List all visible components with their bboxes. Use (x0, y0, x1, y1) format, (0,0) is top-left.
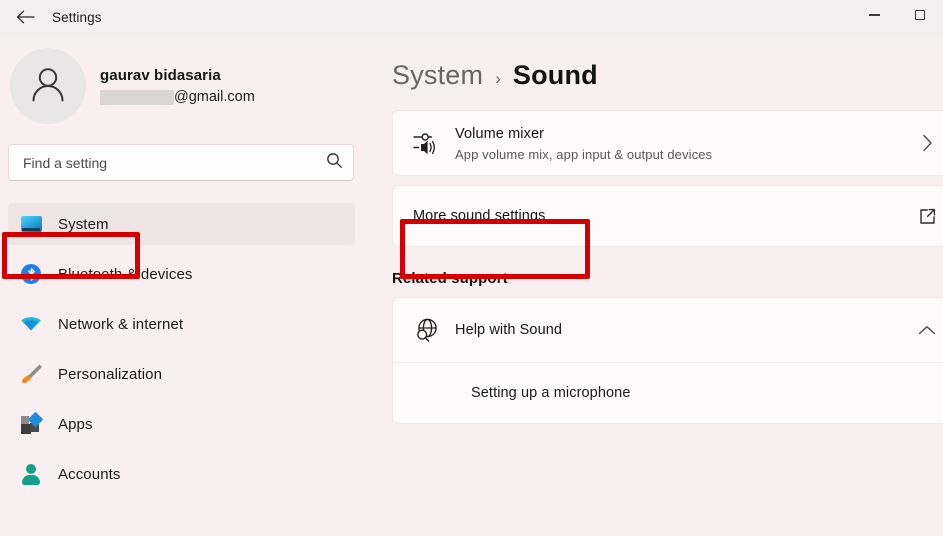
sidebar-item-label: Network & internet (58, 315, 184, 333)
volume-mixer-row[interactable]: Volume mixer App volume mix, app input &… (393, 111, 943, 175)
account-person-icon (20, 463, 42, 485)
breadcrumb: System › Sound (378, 34, 943, 91)
app-title: Settings (52, 9, 102, 25)
person-avatar-icon (27, 63, 69, 110)
search-icon[interactable] (326, 152, 343, 174)
more-sound-settings-text: More sound settings (413, 207, 914, 225)
search-container (0, 144, 378, 181)
volume-mixer-card: Volume mixer App volume mix, app input &… (392, 110, 943, 176)
volume-mixer-subtitle: App volume mix, app input & output devic… (455, 146, 713, 162)
help-with-sound-title: Help with Sound (455, 322, 563, 338)
search-box[interactable] (8, 144, 354, 181)
sidebar-item-personalization[interactable]: Personalization (8, 353, 355, 395)
help-with-sound-text: Help with Sound (455, 321, 914, 339)
sidebar-nav: System Bluetooth & devices Network & int… (0, 203, 378, 495)
more-sound-settings-card: More sound settings (392, 185, 943, 247)
main-content: System › Sound Volume mixer App volume m… (378, 34, 943, 536)
search-input[interactable] (23, 154, 326, 171)
chevron-up-icon[interactable] (914, 325, 940, 336)
maximize-icon (915, 10, 925, 20)
breadcrumb-separator: › (495, 69, 501, 88)
apps-icon (20, 411, 44, 435)
sidebar-item-label: Accounts (58, 465, 121, 483)
chevron-right-icon[interactable] (914, 134, 940, 152)
paintbrush-icon (20, 363, 42, 385)
external-link-icon[interactable] (914, 208, 940, 225)
account-header[interactable]: gaurav bidasaria @gmail.com (0, 46, 378, 126)
redacted-username (100, 89, 174, 105)
back-button[interactable] (4, 2, 46, 32)
help-with-sound-row[interactable]: Help with Sound (393, 298, 943, 362)
title-bar: Settings (0, 0, 943, 34)
monitor-icon (20, 213, 42, 235)
sidebar-item-bluetooth-devices[interactable]: Bluetooth & devices (8, 253, 355, 295)
sidebar-item-label: Personalization (58, 365, 163, 383)
page-title: Sound (512, 60, 598, 90)
support-link-label: Setting up a microphone (471, 385, 631, 401)
more-sound-settings-row[interactable]: More sound settings (393, 186, 943, 246)
globe-search-icon (413, 316, 447, 344)
bluetooth-icon (20, 263, 42, 285)
account-text: gaurav bidasaria @gmail.com (100, 67, 255, 105)
account-email: @gmail.com (100, 89, 255, 105)
volume-mixer-text: Volume mixer App volume mix, app input &… (455, 125, 914, 162)
sidebar-item-label: Bluetooth & devices (58, 265, 193, 283)
maximize-button[interactable] (897, 0, 943, 30)
breadcrumb-parent[interactable]: System (392, 60, 483, 91)
related-support-heading: Related support (392, 270, 508, 287)
window-controls (851, 0, 943, 30)
sidebar-item-system[interactable]: System (8, 203, 355, 245)
sidebar-item-apps[interactable]: Apps (8, 403, 355, 445)
more-sound-settings-title: More sound settings (413, 208, 546, 224)
volume-mixer-icon (413, 130, 447, 156)
sidebar: gaurav bidasaria @gmail.com Find a setti… (0, 34, 378, 536)
minimize-button[interactable] (851, 0, 897, 30)
sidebar-item-label: Apps (58, 415, 93, 433)
sidebar-item-accounts[interactable]: Accounts (8, 453, 355, 495)
avatar (10, 48, 86, 124)
sidebar-item-network-internet[interactable]: Network & internet (8, 303, 355, 345)
arrow-left-icon (16, 10, 35, 24)
sidebar-item-label: System (58, 215, 109, 233)
help-with-sound-card: Help with Sound Setting up a microphone (392, 297, 943, 424)
settings-window: Settings gaurav bidasaria @gmail.com Fin… (0, 0, 943, 536)
account-name: gaurav bidasaria (100, 67, 221, 84)
volume-mixer-title: Volume mixer (455, 125, 545, 142)
support-link-item[interactable]: Setting up a microphone (393, 363, 943, 423)
minimize-icon (868, 14, 880, 16)
email-domain: @gmail.com (174, 89, 255, 105)
wifi-icon (20, 313, 42, 335)
